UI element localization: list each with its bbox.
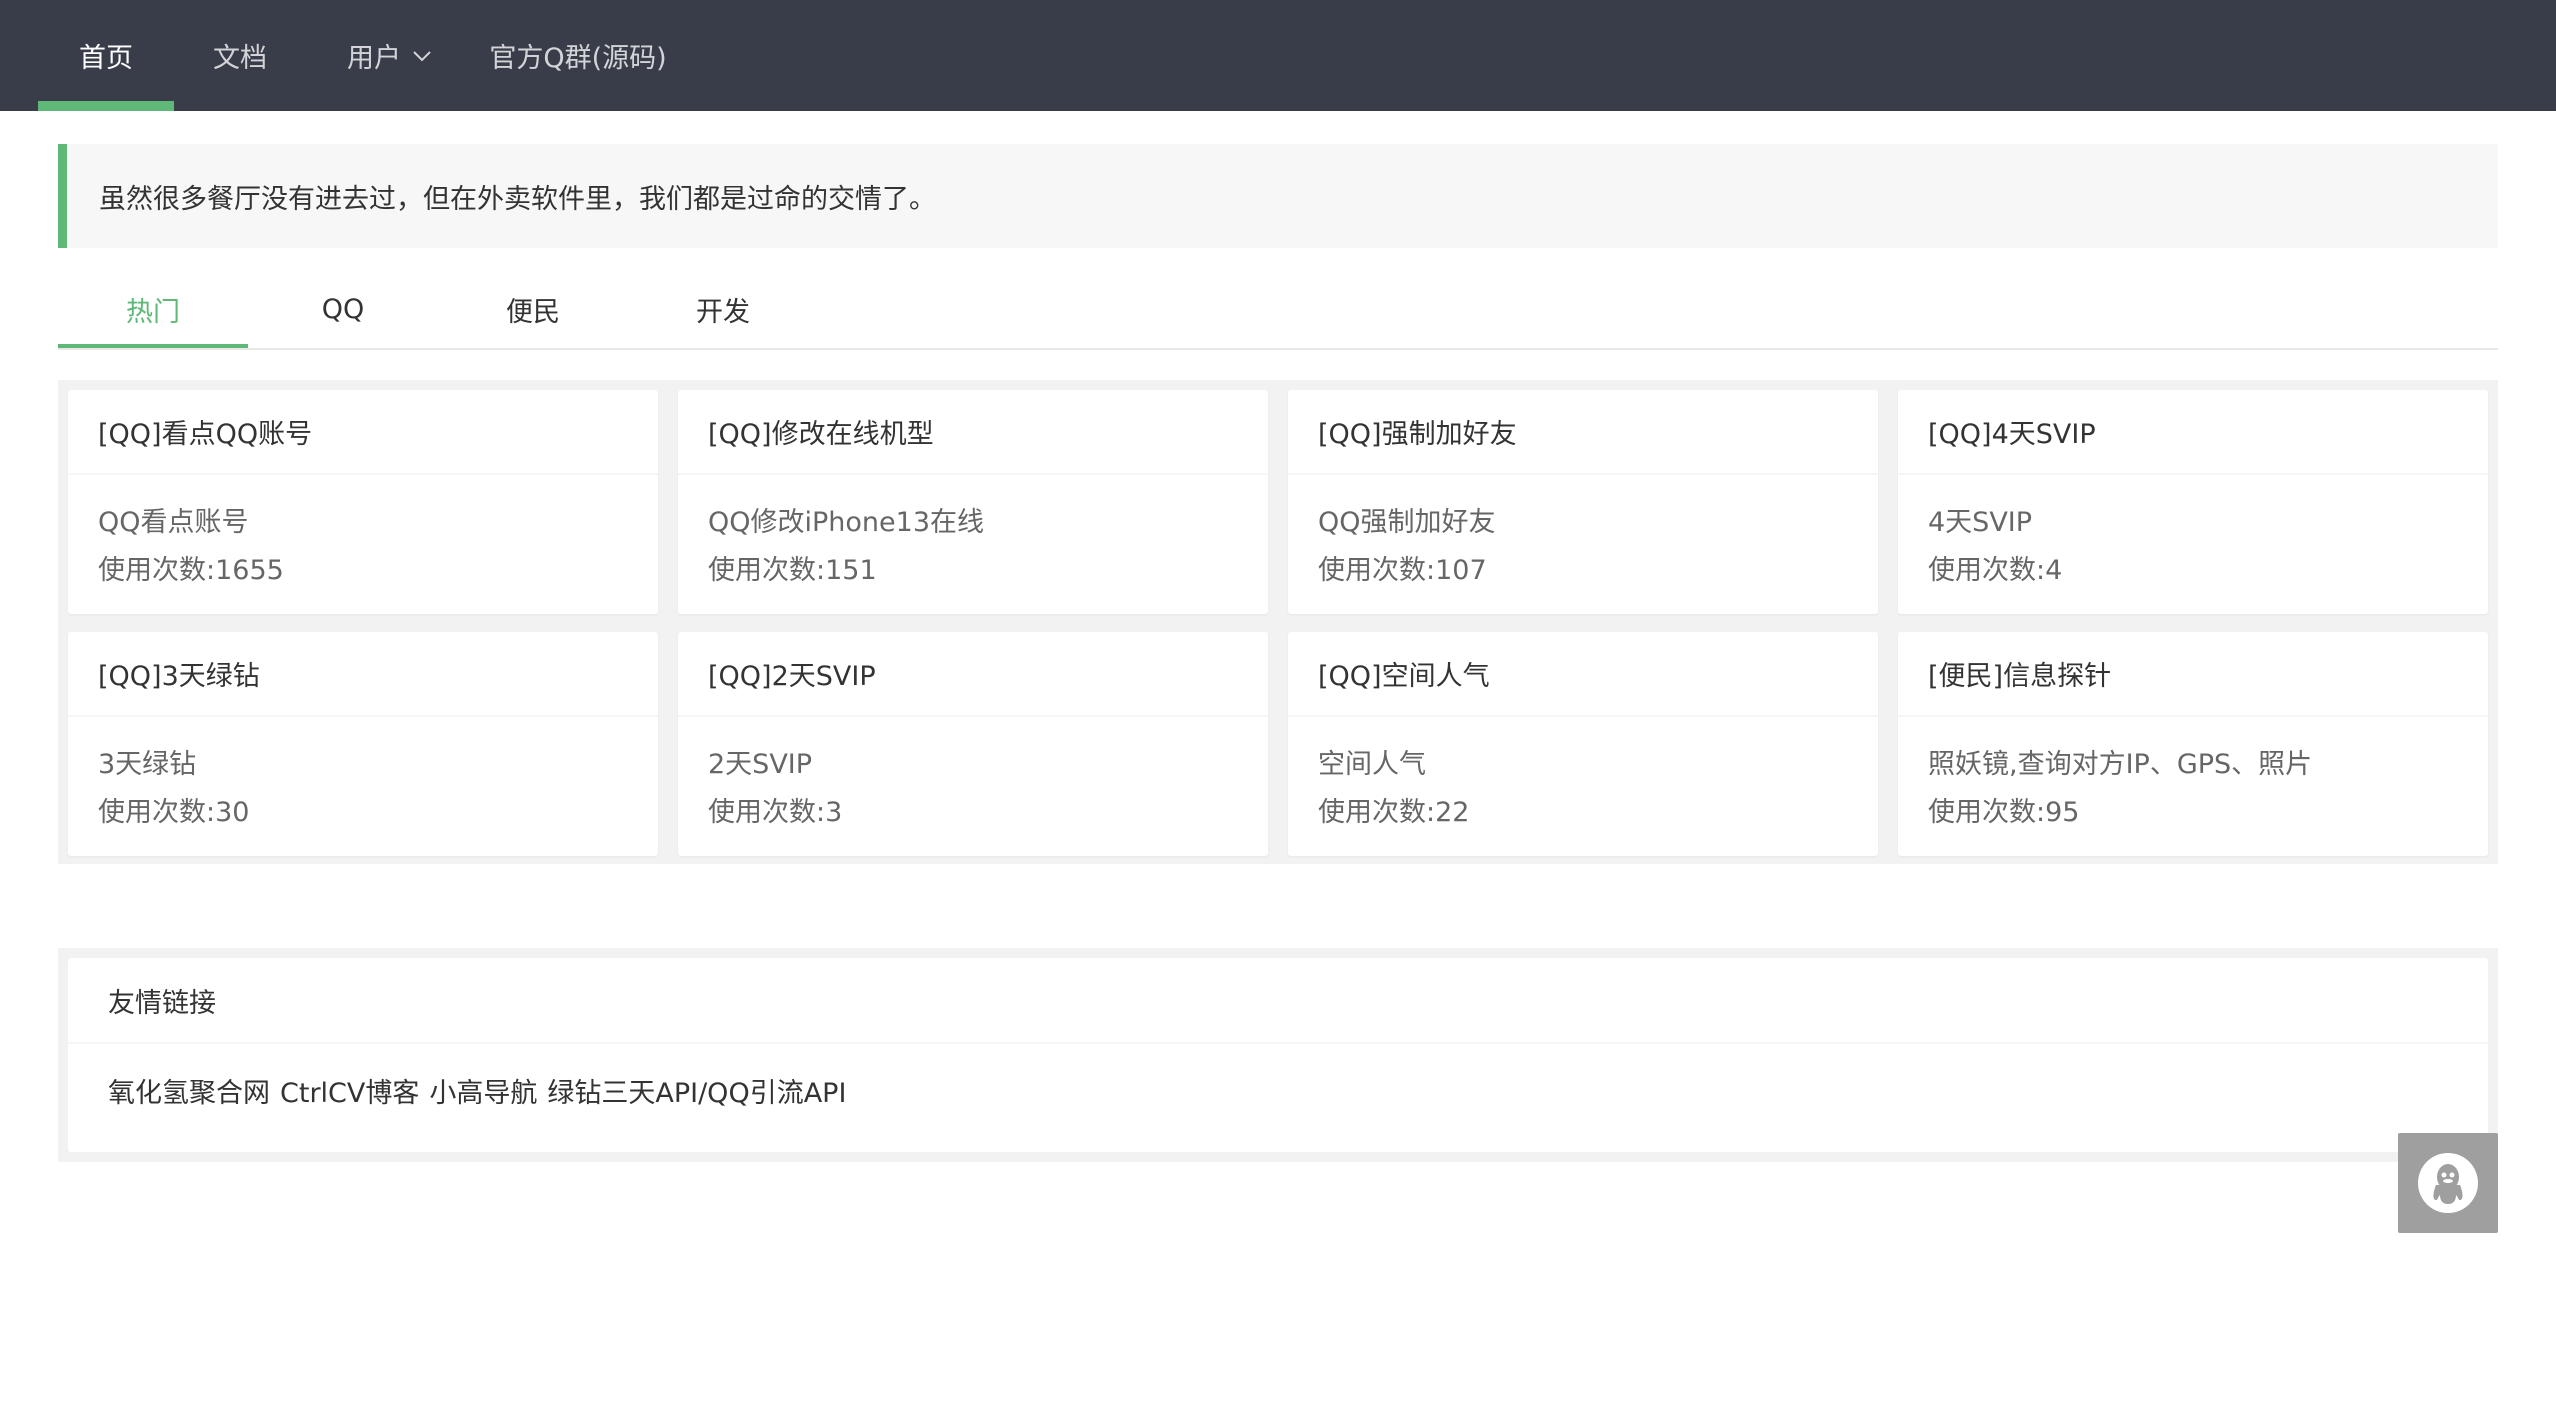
nav-item-docs[interactable]: 文档 [190, 0, 290, 111]
nav-item-official-qq-group[interactable]: 官方Q群(源码) [478, 0, 678, 111]
tool-card[interactable]: [QQ]强制加好友 QQ强制加好友 使用次数:107 [1288, 390, 1878, 614]
tool-card[interactable]: [QQ]看点QQ账号 QQ看点账号 使用次数:1655 [68, 390, 658, 614]
friend-link[interactable]: 氧化氢聚合网 [108, 1071, 270, 1110]
tab-label: 热门 [126, 296, 180, 328]
tab-hot[interactable]: 热门 [58, 270, 248, 348]
card-title: [QQ]4天SVIP [1898, 390, 2488, 475]
card-description: 照妖镜,查询对方IP、GPS、照片 [1928, 749, 2313, 780]
qq-penguin-icon [2418, 1153, 2478, 1213]
tool-card[interactable]: [QQ]空间人气 空间人气 使用次数:22 [1288, 632, 1878, 856]
card-title: [QQ]强制加好友 [1288, 390, 1878, 475]
nav-item-label: 首页 [79, 43, 133, 74]
card-usage-count: 使用次数:1655 [98, 555, 284, 586]
top-navbar: 首页 文档 用户 官方Q群(源码) [0, 0, 2556, 111]
card-description: 3天绿钻 [98, 749, 197, 780]
chevron-down-icon [413, 50, 431, 61]
tab-label: QQ [321, 293, 365, 325]
tab-convenience[interactable]: 便民 [438, 270, 628, 348]
friend-links-panel: 友情链接 氧化氢聚合网 CtrlCV博客 小高导航 绿钻三天API/QQ引流AP… [58, 948, 2498, 1162]
category-tabs: 热门 QQ 便民 开发 [58, 270, 2498, 350]
nav-item-label: 文档 [213, 43, 267, 74]
card-description: QQ强制加好友 [1318, 507, 1496, 538]
nav-item-label: 用户 [347, 43, 401, 74]
tool-card-grid: [QQ]看点QQ账号 QQ看点账号 使用次数:1655 [QQ]修改在线机型 Q… [58, 380, 2498, 864]
tab-label: 便民 [506, 296, 560, 328]
qq-contact-button[interactable] [2398, 1133, 2498, 1233]
friend-links-list: 氧化氢聚合网 CtrlCV博客 小高导航 绿钻三天API/QQ引流API [68, 1044, 2488, 1136]
card-usage-count: 使用次数:3 [708, 797, 843, 828]
card-usage-count: 使用次数:95 [1928, 797, 2080, 828]
card-description: 2天SVIP [708, 749, 813, 780]
card-title: [QQ]3天绿钻 [68, 632, 658, 717]
card-title: [QQ]修改在线机型 [678, 390, 1268, 475]
card-usage-count: 使用次数:22 [1318, 797, 1470, 828]
card-title: [QQ]空间人气 [1288, 632, 1878, 717]
card-title: [QQ]看点QQ账号 [68, 390, 658, 475]
notice-quote: 虽然很多餐厅没有进去过，但在外卖软件里，我们都是过命的交情了。 [58, 144, 2498, 248]
tool-card[interactable]: [QQ]4天SVIP 4天SVIP 使用次数:4 [1898, 390, 2488, 614]
tab-development[interactable]: 开发 [628, 270, 818, 348]
tool-card[interactable]: [便民]信息探针 照妖镜,查询对方IP、GPS、照片 使用次数:95 [1898, 632, 2488, 856]
card-usage-count: 使用次数:30 [98, 797, 250, 828]
nav-item-home[interactable]: 首页 [38, 0, 174, 111]
card-description: 空间人气 [1318, 749, 1426, 780]
tab-qq[interactable]: QQ [248, 270, 438, 348]
friend-link[interactable]: 绿钻三天API/QQ引流API [547, 1071, 846, 1110]
friend-link[interactable]: CtrlCV博客 [280, 1071, 419, 1110]
card-title: [QQ]2天SVIP [678, 632, 1268, 717]
nav-active-indicator [38, 101, 174, 111]
friend-links-card: 友情链接 氧化氢聚合网 CtrlCV博客 小高导航 绿钻三天API/QQ引流AP… [68, 958, 2488, 1152]
card-description: QQ修改iPhone13在线 [708, 507, 984, 538]
tool-card[interactable]: [QQ]修改在线机型 QQ修改iPhone13在线 使用次数:151 [678, 390, 1268, 614]
friend-links-title: 友情链接 [68, 958, 2488, 1044]
tool-card[interactable]: [QQ]3天绿钻 3天绿钻 使用次数:30 [68, 632, 658, 856]
card-description: 4天SVIP [1928, 507, 2033, 538]
card-usage-count: 使用次数:4 [1928, 555, 2063, 586]
nav-item-label: 官方Q群(源码) [489, 43, 667, 74]
card-description: QQ看点账号 [98, 507, 249, 538]
card-usage-count: 使用次数:151 [708, 555, 877, 586]
nav-item-user-dropdown[interactable]: 用户 [330, 0, 450, 111]
tab-label: 开发 [696, 296, 750, 328]
tab-active-indicator [58, 344, 248, 348]
card-title: [便民]信息探针 [1898, 632, 2488, 717]
friend-link[interactable]: 小高导航 [429, 1071, 537, 1110]
card-usage-count: 使用次数:107 [1318, 555, 1487, 586]
notice-text: 虽然很多餐厅没有进去过，但在外卖软件里，我们都是过命的交情了。 [99, 183, 936, 215]
tool-card[interactable]: [QQ]2天SVIP 2天SVIP 使用次数:3 [678, 632, 1268, 856]
